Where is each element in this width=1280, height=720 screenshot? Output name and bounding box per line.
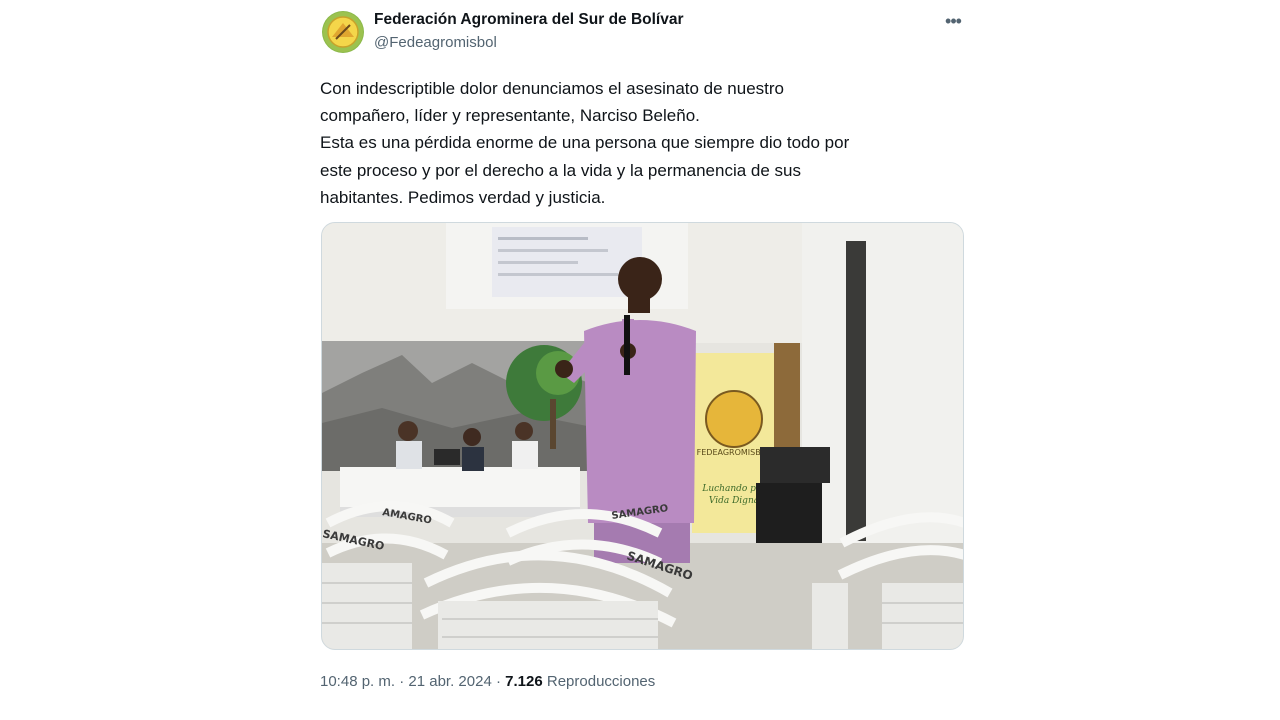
tweet-photo[interactable]: FEDEAGROMISBOL Luchando por Vida Digna S… xyxy=(321,222,964,650)
federation-logo-icon xyxy=(323,12,363,52)
views-label: Reproducciones xyxy=(546,673,656,690)
microphone xyxy=(624,315,630,375)
meta-separator-2: · xyxy=(495,673,501,690)
more-options-icon[interactable]: ••• xyxy=(942,10,964,32)
tweet-header: Federación Agrominera del Sur de Bolívar… xyxy=(320,10,964,58)
author-handle[interactable]: @Fedeagromisbol xyxy=(374,33,684,53)
views-count: 7.126 xyxy=(505,673,543,690)
tweet-card[interactable]: Federación Agrominera del Sur de Bolívar… xyxy=(320,10,964,690)
meta-separator: · xyxy=(399,673,405,690)
tweet-text: Con indescriptible dolor denunciamos el … xyxy=(320,79,850,207)
avatar[interactable] xyxy=(322,11,364,53)
banner-slogan-2: Vida Digna xyxy=(709,496,759,506)
tweet-meta: 10:48 p. m. · 21 abr. 2024 · 7.126 Repro… xyxy=(320,673,655,690)
author-display-name[interactable]: Federación Agrominera del Sur de Bolívar xyxy=(374,10,684,30)
tweet-time[interactable]: 10:48 p. m. xyxy=(320,673,395,690)
meeting-photo: FEDEAGROMISBOL Luchando por Vida Digna S… xyxy=(322,223,963,649)
tweet-date[interactable]: 21 abr. 2024 xyxy=(408,673,491,690)
